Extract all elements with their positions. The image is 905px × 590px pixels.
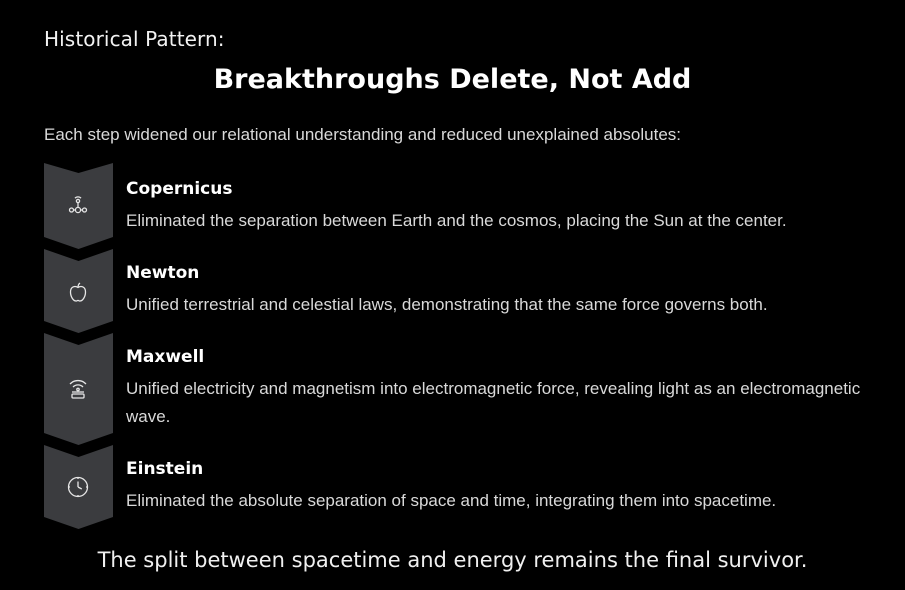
timeline-step-maxwell: Maxwell Unified electricity and magnetis… xyxy=(44,333,874,445)
timeline-step-newton: Newton Unified terrestrial and celestial… xyxy=(44,249,874,333)
timeline-step-einstein: Einstein Eliminated the absolute separat… xyxy=(44,445,874,529)
section-kicker: Historical Pattern: xyxy=(44,27,225,51)
wave-signal-icon xyxy=(65,375,91,401)
step-name: Einstein xyxy=(126,459,204,479)
step-name: Copernicus xyxy=(126,179,233,199)
page-title: Breakthroughs Delete, Not Add xyxy=(213,64,692,95)
apple-icon xyxy=(65,279,91,305)
timeline-step-copernicus: Copernicus Eliminated the separation bet… xyxy=(44,163,874,249)
solar-system-icon xyxy=(65,193,91,219)
step-name: Newton xyxy=(126,263,200,283)
step-description: Eliminated the separation between Earth … xyxy=(126,211,787,230)
closing-statement: The split between spacetime and energy r… xyxy=(97,548,808,572)
step-name: Maxwell xyxy=(126,347,205,367)
step-chevron xyxy=(44,333,113,445)
step-chevron xyxy=(44,163,113,249)
clock-icon xyxy=(65,474,91,500)
step-description: Unified terrestrial and celestial laws, … xyxy=(126,295,768,314)
step-chevron xyxy=(44,249,113,333)
intro-text: Each step widened our relational underst… xyxy=(44,125,682,144)
step-chevron xyxy=(44,445,113,529)
step-description: Unified electricity and magnetism into e… xyxy=(126,379,861,426)
step-description: Eliminated the absolute separation of sp… xyxy=(126,491,777,510)
